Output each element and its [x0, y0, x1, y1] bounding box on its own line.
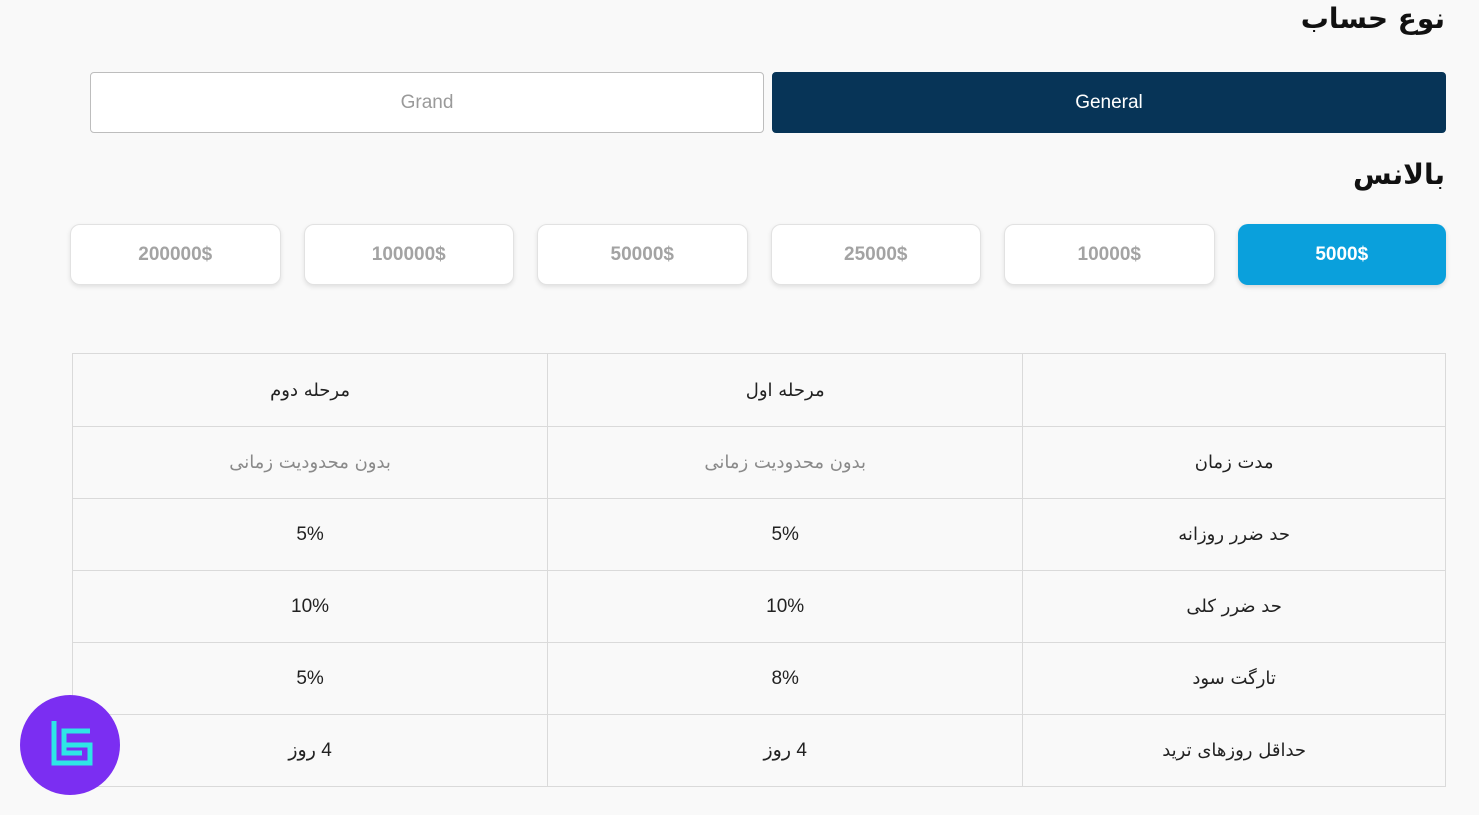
- row-phase1-value: 8%: [547, 642, 1024, 715]
- balance-25000-button[interactable]: 25000$: [770, 224, 981, 285]
- row-label: مدت زمان: [1022, 426, 1446, 499]
- table-row: حد ضرر روزانه 5% 5%: [71, 498, 1446, 571]
- logo-mark-icon: [51, 721, 93, 766]
- row-phase1-value: 4 روز: [547, 714, 1024, 787]
- table-header-phase2: مرحله دوم: [71, 353, 549, 427]
- table-row: مدت زمان بدون محدودیت زمانی بدون محدودیت…: [71, 426, 1446, 499]
- table-row: حداقل روزهای ترید 4 روز 4 روز: [71, 714, 1446, 787]
- balance-10000-button[interactable]: 10000$: [1004, 224, 1215, 285]
- account-type-title: نوع حساب: [1300, 2, 1445, 35]
- row-phase2-value: 10%: [71, 570, 549, 643]
- row-phase1-value: 5%: [547, 498, 1024, 571]
- row-phase2-value: 4 روز: [71, 714, 549, 787]
- row-phase2-value: بدون محدودیت زمانی: [71, 426, 549, 499]
- table-row: تارگت سود 8% 5%: [71, 642, 1446, 715]
- tradingfinder-logo-icon: [20, 695, 120, 795]
- row-phase1-value: بدون محدودیت زمانی: [547, 426, 1024, 499]
- account-type-general-button[interactable]: General: [772, 72, 1446, 133]
- page: نوع حساب General Grand بالانس 5000$ 1000…: [0, 0, 1479, 815]
- account-type-selector: General Grand: [90, 72, 1446, 133]
- balance-50000-button[interactable]: 50000$: [537, 224, 748, 285]
- row-phase1-value: 10%: [547, 570, 1024, 643]
- balance-100000-button[interactable]: 100000$: [303, 224, 514, 285]
- balance-5000-button[interactable]: 5000$: [1237, 224, 1446, 285]
- balance-200000-button[interactable]: 200000$: [70, 224, 281, 285]
- table-header-empty: [1022, 353, 1446, 427]
- balance-selector: 5000$ 10000$ 25000$ 50000$ 100000$ 20000…: [70, 224, 1446, 285]
- rules-table: مرحله اول مرحله دوم مدت زمان بدون محدودی…: [71, 353, 1446, 787]
- row-label: حد ضرر کلی: [1022, 570, 1446, 643]
- row-phase2-value: 5%: [71, 642, 549, 715]
- balance-title: بالانس: [1353, 158, 1445, 191]
- account-type-grand-button[interactable]: Grand: [90, 72, 764, 133]
- row-label: حد ضرر روزانه: [1022, 498, 1446, 571]
- row-phase2-value: 5%: [71, 498, 549, 571]
- table-row: حد ضرر کلی 10% 10%: [71, 570, 1446, 643]
- table-header-phase1: مرحله اول: [547, 353, 1024, 427]
- row-label: حداقل روزهای ترید: [1022, 714, 1446, 787]
- table-header-row: مرحله اول مرحله دوم: [71, 353, 1446, 427]
- row-label: تارگت سود: [1022, 642, 1446, 715]
